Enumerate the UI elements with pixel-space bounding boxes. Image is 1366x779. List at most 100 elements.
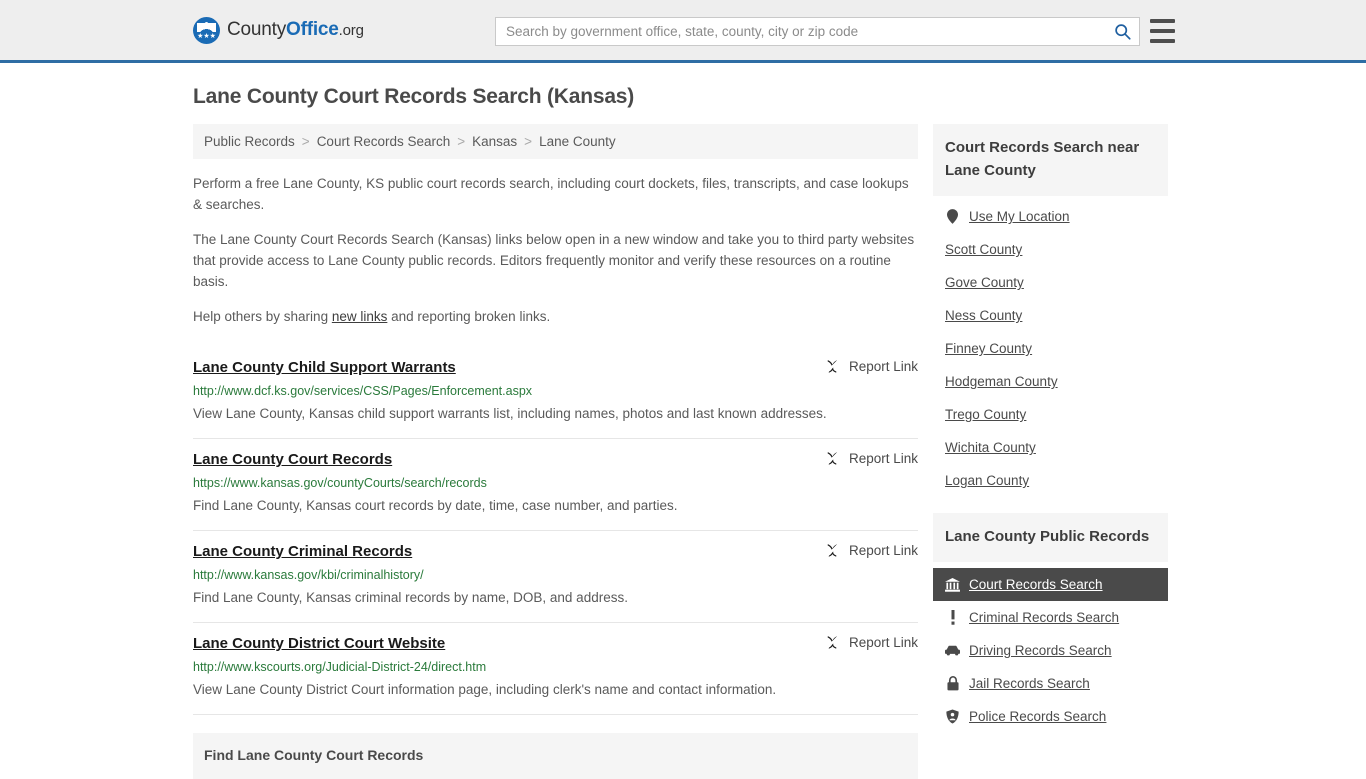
car-icon <box>945 645 960 656</box>
lock-icon <box>946 676 959 691</box>
find-records-section: Find Lane County Court Records <box>193 733 918 779</box>
shield-icon <box>945 709 960 724</box>
use-my-location-label: Use My Location <box>969 209 1070 224</box>
search-button[interactable] <box>1105 18 1139 45</box>
report-link-button[interactable]: Report Link <box>825 358 918 374</box>
nearby-county-label: Logan County <box>945 473 1030 488</box>
nearby-county-link[interactable]: Logan County <box>933 464 1168 497</box>
brand-part-county: County <box>227 19 287 40</box>
public-records-label: Police Records Search <box>969 709 1107 724</box>
sidebar: Court Records Search near Lane County Us… <box>933 124 1168 733</box>
stars-glyph: ★★★ <box>197 32 216 40</box>
brand-part-office: Office <box>286 19 339 40</box>
result-item: Lane County Child Support Warrants Repor… <box>193 347 918 439</box>
exclamation-icon <box>945 610 960 625</box>
lock-icon <box>945 676 960 691</box>
hamburger-menu-icon[interactable] <box>1150 19 1175 43</box>
result-title-link[interactable]: Lane County Criminal Records <box>193 542 412 561</box>
main-column: Public Records > Court Records Search > Kans… <box>193 124 918 779</box>
nearby-county-label: Gove County <box>945 275 1024 290</box>
report-link-button[interactable]: Report Link <box>825 450 918 466</box>
breadcrumb-item-4[interactable]: Lane County <box>539 134 616 149</box>
intro-p3-after: and reporting broken links. <box>387 309 551 324</box>
intro-p3-before: Help others by sharing <box>193 309 332 324</box>
nearby-county-link[interactable]: Gove County <box>933 266 1168 299</box>
result-url: http://www.kscourts.org/Judicial-Distric… <box>193 660 487 674</box>
result-title-link[interactable]: Lane County Court Records <box>193 450 392 469</box>
report-link-label: Report Link <box>848 359 918 374</box>
nearby-search-heading: Court Records Search near Lane County <box>933 124 1168 196</box>
broken-link-icon <box>825 544 839 557</box>
report-link-label: Report Link <box>848 543 918 558</box>
nearby-county-link[interactable]: Wichita County <box>933 431 1168 464</box>
use-my-location-link[interactable]: Use My Location <box>933 200 1168 233</box>
report-link-button[interactable]: Report Link <box>825 542 918 558</box>
result-item: Lane County District Court Website Repor… <box>193 623 918 715</box>
public-records-link[interactable]: Court Records Search <box>933 568 1168 601</box>
content-area: Public Records > Court Records Search > Kans… <box>193 124 1173 779</box>
nearby-county-link[interactable]: Hodgeman County <box>933 365 1168 398</box>
result-item: Lane County Court Records Report Link ht… <box>193 439 918 531</box>
site-header: ★★★ CountyOffice.org <box>0 0 1366 63</box>
nearby-county-link[interactable]: Trego County <box>933 398 1168 431</box>
report-link-button[interactable]: Report Link <box>825 634 918 650</box>
map-pin-icon <box>947 209 958 224</box>
result-description: View Lane County District Court informat… <box>193 682 777 697</box>
result-header: Lane County Court Records Report Link <box>193 450 918 469</box>
search-icon <box>1114 24 1131 40</box>
site-logo[interactable]: ★★★ CountyOffice.org <box>193 16 364 44</box>
breadcrumb-item-3[interactable]: Kansas <box>472 134 517 149</box>
result-item: Lane County Criminal Records Report Link… <box>193 531 918 623</box>
map-pin-icon <box>945 209 960 224</box>
breadcrumb-separator: > <box>457 134 466 149</box>
nearby-county-label: Hodgeman County <box>945 374 1058 389</box>
car-icon <box>945 645 960 656</box>
nearby-county-label: Finney County <box>945 341 1033 356</box>
result-url: http://www.dcf.ks.gov/services/CSS/Pages… <box>193 384 533 398</box>
exclamation-icon <box>951 610 954 625</box>
public-records-label: Jail Records Search <box>969 676 1090 691</box>
intro-paragraph-1: Perform a free Lane County, KS public co… <box>193 176 909 212</box>
intro-paragraph-2: The Lane County Court Records Search (Ka… <box>193 232 915 289</box>
report-link-label: Report Link <box>848 451 918 466</box>
result-description: Find Lane County, Kansas criminal record… <box>193 590 628 605</box>
nearby-counties-list: Use My Location Scott County Gove County Ne… <box>933 196 1168 497</box>
new-links-link[interactable]: new links <box>332 309 388 324</box>
result-title-link[interactable]: Lane County District Court Website <box>193 634 445 653</box>
report-link-label: Report Link <box>848 635 918 650</box>
public-records-label: Court Records Search <box>969 577 1103 592</box>
result-title-link[interactable]: Lane County Child Support Warrants <box>193 358 456 377</box>
intro-paragraph-3: Help others by sharing new links and rep… <box>193 306 918 327</box>
breadcrumb-separator: > <box>301 134 310 149</box>
courthouse-icon <box>945 577 960 592</box>
public-records-link[interactable]: Criminal Records Search <box>933 601 1168 634</box>
breadcrumb-item-1[interactable]: Public Records <box>204 134 295 149</box>
breadcrumb-item-2[interactable]: Court Records Search <box>317 134 451 149</box>
public-records-link[interactable]: Police Records Search <box>933 700 1168 733</box>
find-records-title: Find Lane County Court Records <box>204 747 424 763</box>
eagle-emblem-icon: ★★★ <box>193 16 220 44</box>
result-header: Lane County Child Support Warrants Repor… <box>193 358 918 377</box>
shield-icon <box>946 709 959 724</box>
public-records-link[interactable]: Driving Records Search <box>933 634 1168 667</box>
public-records-label: Driving Records Search <box>969 643 1112 658</box>
public-records-link[interactable]: Jail Records Search <box>933 667 1168 700</box>
brand-part-org: .org <box>338 22 364 39</box>
courthouse-icon <box>945 577 960 592</box>
nearby-county-link[interactable]: Ness County <box>933 299 1168 332</box>
broken-link-icon <box>825 360 839 373</box>
search-bar[interactable] <box>495 17 1140 46</box>
brand-wordmark: CountyOffice.org <box>227 19 364 41</box>
result-description: Find Lane County, Kansas court records b… <box>193 498 678 513</box>
nearby-county-link[interactable]: Scott County <box>933 233 1168 266</box>
public-records-list: Court Records Search Criminal Records Se… <box>933 562 1168 733</box>
nearby-county-link[interactable]: Finney County <box>933 332 1168 365</box>
public-records-heading: Lane County Public Records <box>933 513 1168 562</box>
search-input[interactable] <box>496 18 1105 45</box>
nearby-county-label: Wichita County <box>945 440 1036 455</box>
broken-link-icon <box>825 452 839 465</box>
nearby-county-label: Trego County <box>945 407 1027 422</box>
result-url: http://www.kansas.gov/kbi/criminalhistor… <box>193 568 424 582</box>
page-body: Lane County Court Records Search (Kansas… <box>0 85 1366 779</box>
results-list: Lane County Child Support Warrants Repor… <box>193 347 918 715</box>
